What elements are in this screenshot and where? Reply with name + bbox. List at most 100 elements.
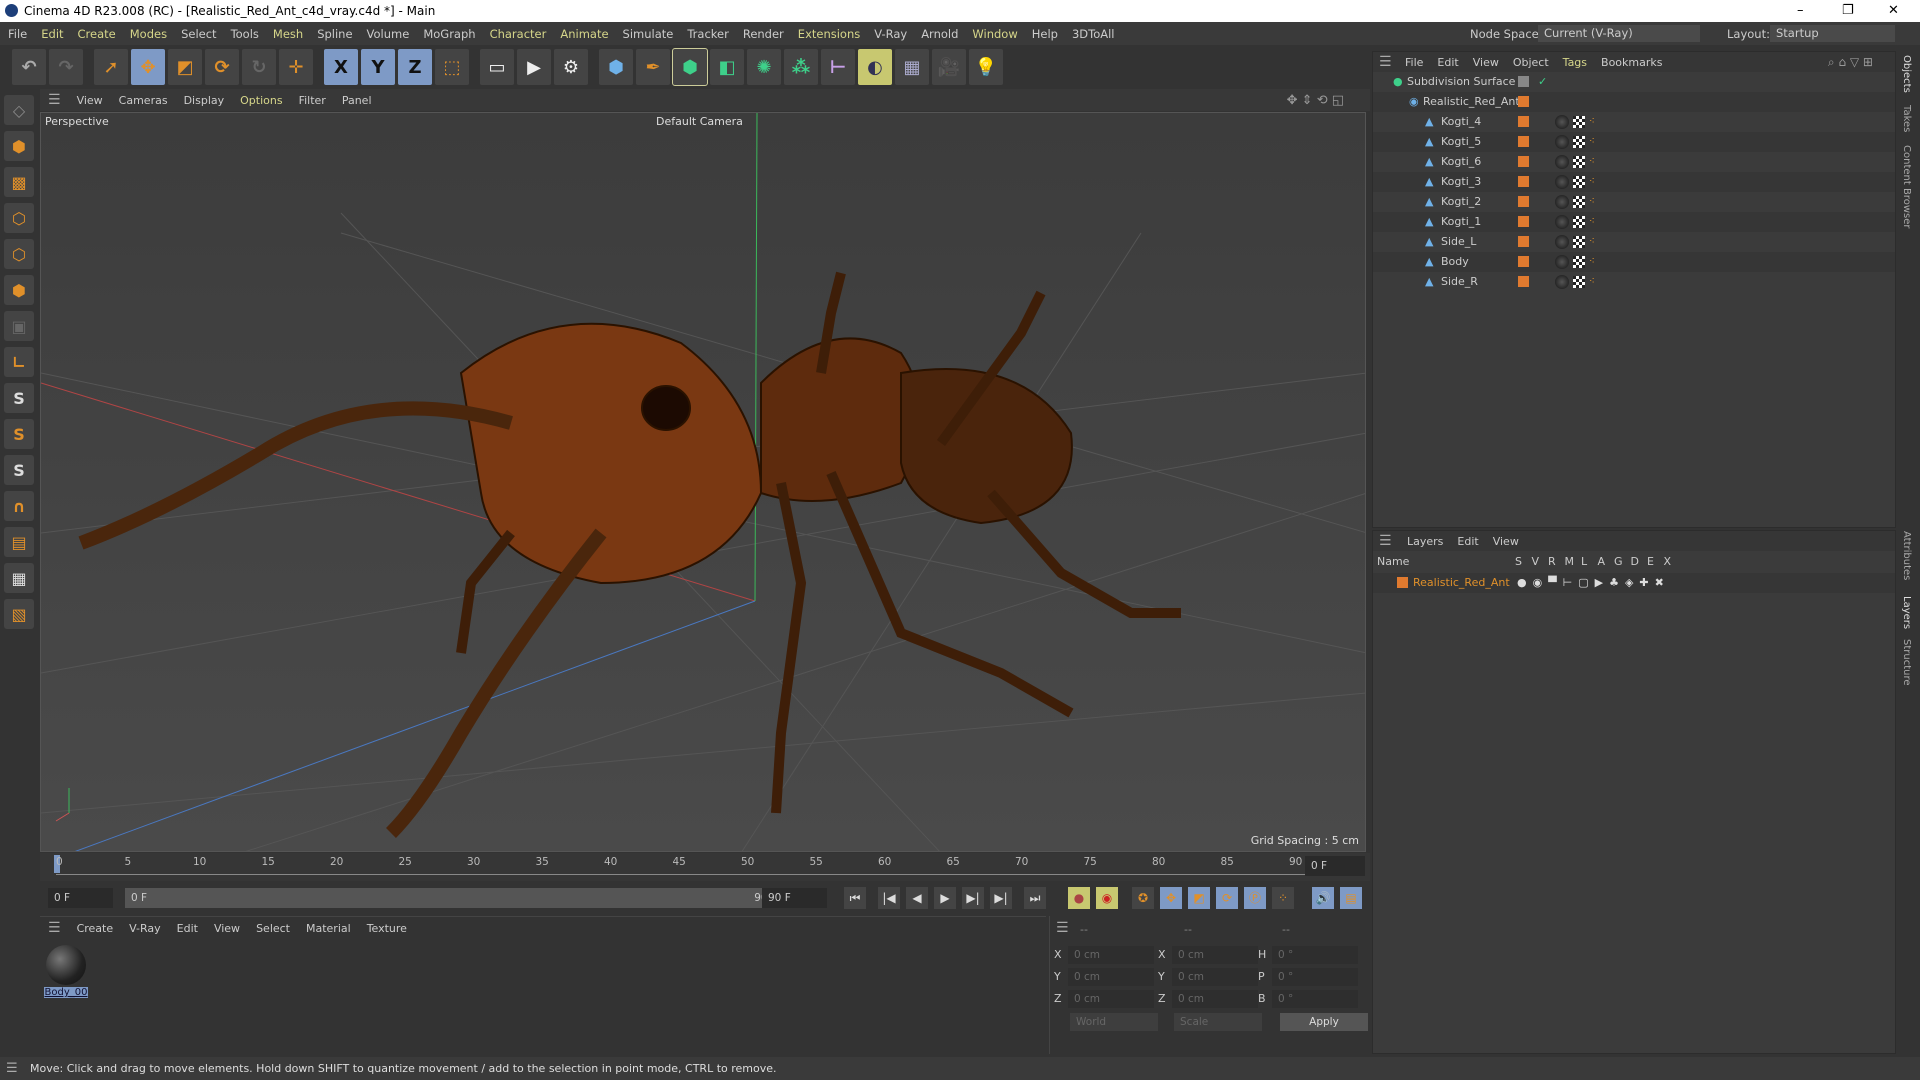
menu-create[interactable]: Create	[78, 27, 116, 41]
tab-content-browser[interactable]: Content Browser	[1901, 145, 1912, 228]
snap-settings-icon[interactable]: S	[4, 419, 34, 449]
make-editable-icon[interactable]: ◇	[4, 95, 34, 125]
array-icon[interactable]: ⁂	[784, 49, 818, 85]
object-row[interactable]: ▲ Side_L ⁖	[1373, 232, 1895, 252]
material-tag-icon[interactable]	[1555, 115, 1569, 129]
deformer-icon[interactable]: ⊢	[821, 49, 855, 85]
coord-system-select[interactable]: World	[1070, 1013, 1158, 1031]
viewport-menu-panel[interactable]: Panel	[342, 94, 372, 107]
menu-simulate[interactable]: Simulate	[623, 27, 674, 41]
points-mode-icon[interactable]: ⬡	[4, 203, 34, 233]
object-row-subdivision[interactable]: ● Subdivision Surface ✓	[1373, 72, 1895, 92]
previous-key-icon[interactable]: |◀	[878, 887, 900, 909]
hamburger-icon[interactable]: ☰	[6, 1057, 18, 1080]
axis-x-button[interactable]: X	[324, 49, 358, 85]
field-icon[interactable]: ◐	[858, 49, 892, 85]
object-row[interactable]: ▲ Kogti_1 ⁖	[1373, 212, 1895, 232]
hamburger-icon[interactable]: ☰	[48, 920, 61, 936]
vray-tag-icon[interactable]: ⁖	[1589, 117, 1599, 127]
workplane-icon[interactable]: ▤	[4, 527, 34, 557]
layer-menu-layers[interactable]: Layers	[1407, 535, 1443, 548]
tab-layers[interactable]: Layers	[1901, 596, 1912, 629]
menu-render[interactable]: Render	[743, 27, 784, 41]
material-tag-icon[interactable]	[1555, 215, 1569, 229]
size-mode-select[interactable]: Scale	[1174, 1013, 1262, 1031]
key-position-icon[interactable]: ✥	[1160, 887, 1182, 909]
hamburger-icon[interactable]: ☰	[48, 92, 61, 108]
timeline-ruler[interactable]: 0 5 10 15 20 25 30 35 40 45 50 55 60 65 70 75 80 85 90 0 F	[40, 853, 1370, 881]
rot-field[interactable]: 0 °	[1272, 946, 1358, 964]
locked-workplane-icon[interactable]: ▧	[4, 599, 34, 629]
edges-mode-icon[interactable]: ⬡	[4, 239, 34, 269]
tab-attributes[interactable]: Attributes	[1901, 531, 1912, 580]
hamburger-icon[interactable]: ☰	[1056, 920, 1069, 936]
texture-mode-icon[interactable]: ▩	[4, 167, 34, 197]
cube-icon[interactable]: ⬢	[599, 49, 633, 85]
redo-button[interactable]: ↷	[49, 49, 83, 85]
pos-field[interactable]: 0 cm	[1068, 968, 1154, 986]
menu-modes[interactable]: Modes	[130, 27, 167, 41]
layout-select[interactable]: Startup	[1770, 25, 1895, 42]
obj-menu-view[interactable]: View	[1473, 56, 1499, 69]
vray-tag-icon[interactable]: ⁖	[1589, 197, 1599, 207]
render-settings-icon[interactable]: ⚙	[554, 49, 588, 85]
texture-tag-icon[interactable]	[1573, 156, 1585, 168]
light-icon[interactable]: 💡	[969, 49, 1003, 85]
obj-menu-object[interactable]: Object	[1513, 56, 1549, 69]
psr-icon[interactable]: ↻	[242, 49, 276, 85]
render-picture-viewer-icon[interactable]: ▶	[517, 49, 551, 85]
layer-row[interactable]: Realistic_Red_Ant ●◉▀⊢▢▶♣◈✚✖	[1373, 573, 1895, 593]
enabled-check-icon[interactable]: ✓	[1538, 72, 1547, 92]
polygons-mode-icon[interactable]: ⬢	[4, 275, 34, 305]
material-tag-icon[interactable]	[1555, 135, 1569, 149]
vray-tag-icon[interactable]: ⁖	[1589, 277, 1599, 287]
magnet-icon[interactable]: ∩	[4, 491, 34, 521]
menu-help[interactable]: Help	[1032, 27, 1058, 41]
record-icon[interactable]: ●	[1068, 887, 1090, 909]
vray-tag-icon[interactable]: ⁖	[1589, 137, 1599, 147]
texture-tag-icon[interactable]	[1573, 196, 1585, 208]
restore-button[interactable]: ❐	[1842, 0, 1854, 22]
add-tool-icon[interactable]: ✛	[279, 49, 313, 85]
mat-menu-vray[interactable]: V-Ray	[129, 922, 161, 935]
axis-z-button[interactable]: Z	[398, 49, 432, 85]
sound-icon[interactable]: 🔊	[1312, 887, 1334, 909]
menu-mesh[interactable]: Mesh	[273, 27, 303, 41]
mat-menu-select[interactable]: Select	[256, 922, 290, 935]
texture-tag-icon[interactable]	[1573, 256, 1585, 268]
undo-button[interactable]: ↶	[12, 49, 46, 85]
range-slider-start[interactable]: 0 F	[125, 888, 785, 908]
start-frame-field[interactable]: 0 F	[48, 888, 113, 908]
material-tag-icon[interactable]	[1555, 275, 1569, 289]
menu-edit[interactable]: Edit	[41, 27, 63, 41]
mat-menu-material[interactable]: Material	[306, 922, 351, 935]
coordinate-system-icon[interactable]: ⬚	[435, 49, 469, 85]
tab-objects[interactable]: Objects	[1901, 55, 1912, 93]
subdivision-icon[interactable]: ⬢	[672, 48, 708, 86]
object-row[interactable]: ▲ Kogti_2 ⁖	[1373, 192, 1895, 212]
minimize-button[interactable]: –	[1797, 0, 1804, 22]
snap-workplane-icon[interactable]: S	[4, 455, 34, 485]
vray-tag-icon[interactable]: ⁖	[1589, 217, 1599, 227]
menu-arnold[interactable]: Arnold	[921, 27, 958, 41]
snap-icon[interactable]: S	[4, 383, 34, 413]
obj-menu-tags[interactable]: Tags	[1563, 56, 1587, 69]
go-to-start-icon[interactable]: ⏮	[844, 887, 866, 909]
mat-menu-texture[interactable]: Texture	[367, 922, 407, 935]
texture-tag-icon[interactable]	[1573, 236, 1585, 248]
layer-color-swatch[interactable]	[1397, 577, 1408, 588]
viewport-menu-options[interactable]: Options	[240, 94, 282, 107]
axis-mode-icon[interactable]: ∟	[4, 347, 34, 377]
key-rotation-icon[interactable]: ⟳	[1216, 887, 1238, 909]
pos-field[interactable]: 0 cm	[1068, 946, 1154, 964]
next-key-icon[interactable]: ▶|	[990, 887, 1012, 909]
camera-name[interactable]: Default Camera	[656, 115, 743, 128]
size-field[interactable]: 0 cm	[1172, 968, 1258, 986]
vray-tag-icon[interactable]: ⁖	[1589, 157, 1599, 167]
floor-icon[interactable]: ▦	[895, 49, 929, 85]
menu-select[interactable]: Select	[181, 27, 216, 41]
object-row-group[interactable]: ◉ Realistic_Red_Ant	[1373, 92, 1895, 112]
mat-menu-create[interactable]: Create	[77, 922, 114, 935]
node-space-select[interactable]: Current (V-Ray)	[1538, 25, 1700, 42]
object-row[interactable]: ▲ Kogti_5 ⁖	[1373, 132, 1895, 152]
